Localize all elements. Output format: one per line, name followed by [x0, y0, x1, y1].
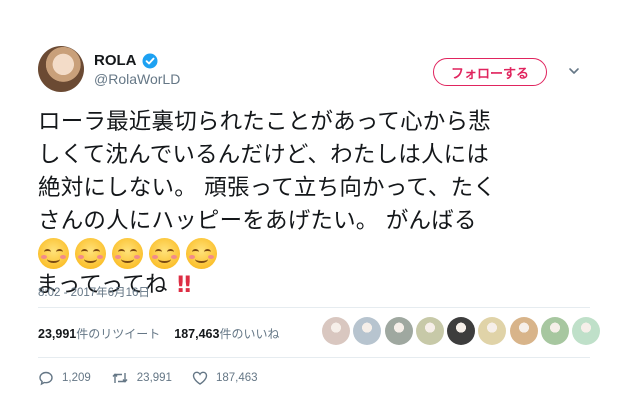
follow-button[interactable]: フォローする	[433, 58, 547, 86]
smiling-face-with-smiling-eyes-icon	[75, 238, 106, 269]
avatar[interactable]	[38, 46, 84, 92]
tweet-emoji-line: まってってね ‼	[36, 238, 598, 298]
smiling-face-with-smiling-eyes-icon	[186, 238, 217, 269]
reply-icon	[39, 371, 53, 386]
smiling-face-with-smiling-eyes-icon	[149, 238, 180, 269]
liker-avatar-6[interactable]	[478, 317, 507, 345]
likes-label: 件のいいね	[219, 327, 280, 341]
display-name[interactable]: ROLA	[94, 52, 137, 69]
verified-badge-icon	[142, 53, 158, 69]
tweet-stats: 23,991件のリツイート 187,463件のいいね	[38, 325, 279, 342]
smiling-face-with-smiling-eyes-icon	[112, 238, 143, 269]
liker-avatar-7[interactable]	[509, 317, 538, 345]
like-button[interactable]: 187,463	[192, 370, 258, 386]
tweet-text-line: ローラ最近裏切られたことがあって心から悲	[38, 109, 491, 135]
liker-avatar-3[interactable]	[384, 317, 413, 345]
divider	[38, 307, 590, 308]
likes-count: 187,463	[174, 327, 220, 341]
double-exclamation-icon: ‼	[177, 272, 191, 298]
retweet-button[interactable]: 23,991	[111, 370, 172, 386]
liker-avatars	[322, 317, 604, 345]
retweet-icon	[112, 373, 128, 383]
retweet-count: 23,991	[136, 372, 172, 384]
retweets-stat[interactable]: 23,991件のリツイート	[38, 327, 160, 341]
tweet-text: ローラ最近裏切られたことがあって心から悲 しくて沈んでいるんだけど、わたしは人に…	[36, 106, 598, 298]
likes-stat[interactable]: 187,463件のいいね	[174, 327, 279, 341]
chevron-down-icon[interactable]	[567, 64, 581, 78]
timestamp[interactable]: 8:02 - 2017年6月16日	[38, 284, 150, 300]
tweet-text-line: しくて沈んでいるんだけど、わたしは人には	[38, 142, 490, 168]
liker-avatar-1[interactable]	[322, 317, 350, 345]
divider	[38, 357, 590, 358]
liker-avatar-8[interactable]	[541, 317, 570, 345]
retweets-count: 23,991	[38, 327, 77, 341]
like-count: 187,463	[215, 372, 258, 384]
liker-avatar-5[interactable]	[447, 317, 476, 345]
liker-avatar-2[interactable]	[353, 317, 382, 345]
user-handle[interactable]: @RolaWorLD	[94, 71, 180, 87]
liker-avatar-9[interactable]	[572, 317, 601, 345]
reply-button[interactable]: 1,209	[38, 370, 91, 386]
heart-icon	[192, 371, 208, 385]
tweet-card: ROLA @RolaWorLD フォローする ローラ最近裏切られたことがあって心…	[0, 0, 620, 418]
liker-avatar-4[interactable]	[415, 317, 444, 345]
tweet-text-line: さんの人にハッピーをあげたい。 がんばる	[38, 208, 477, 234]
reply-count: 1,209	[62, 372, 91, 384]
smiling-face-with-smiling-eyes-icon	[38, 238, 69, 269]
tweet-actions: 1,209 23,991 187,463	[38, 370, 278, 386]
user-name-row[interactable]: ROLA	[94, 52, 158, 69]
emoji-row	[38, 238, 598, 269]
retweets-label: 件のリツイート	[76, 327, 161, 341]
tweet-text-line: 絶対にしない。 頑張って立ち向かって、たく	[38, 175, 496, 201]
